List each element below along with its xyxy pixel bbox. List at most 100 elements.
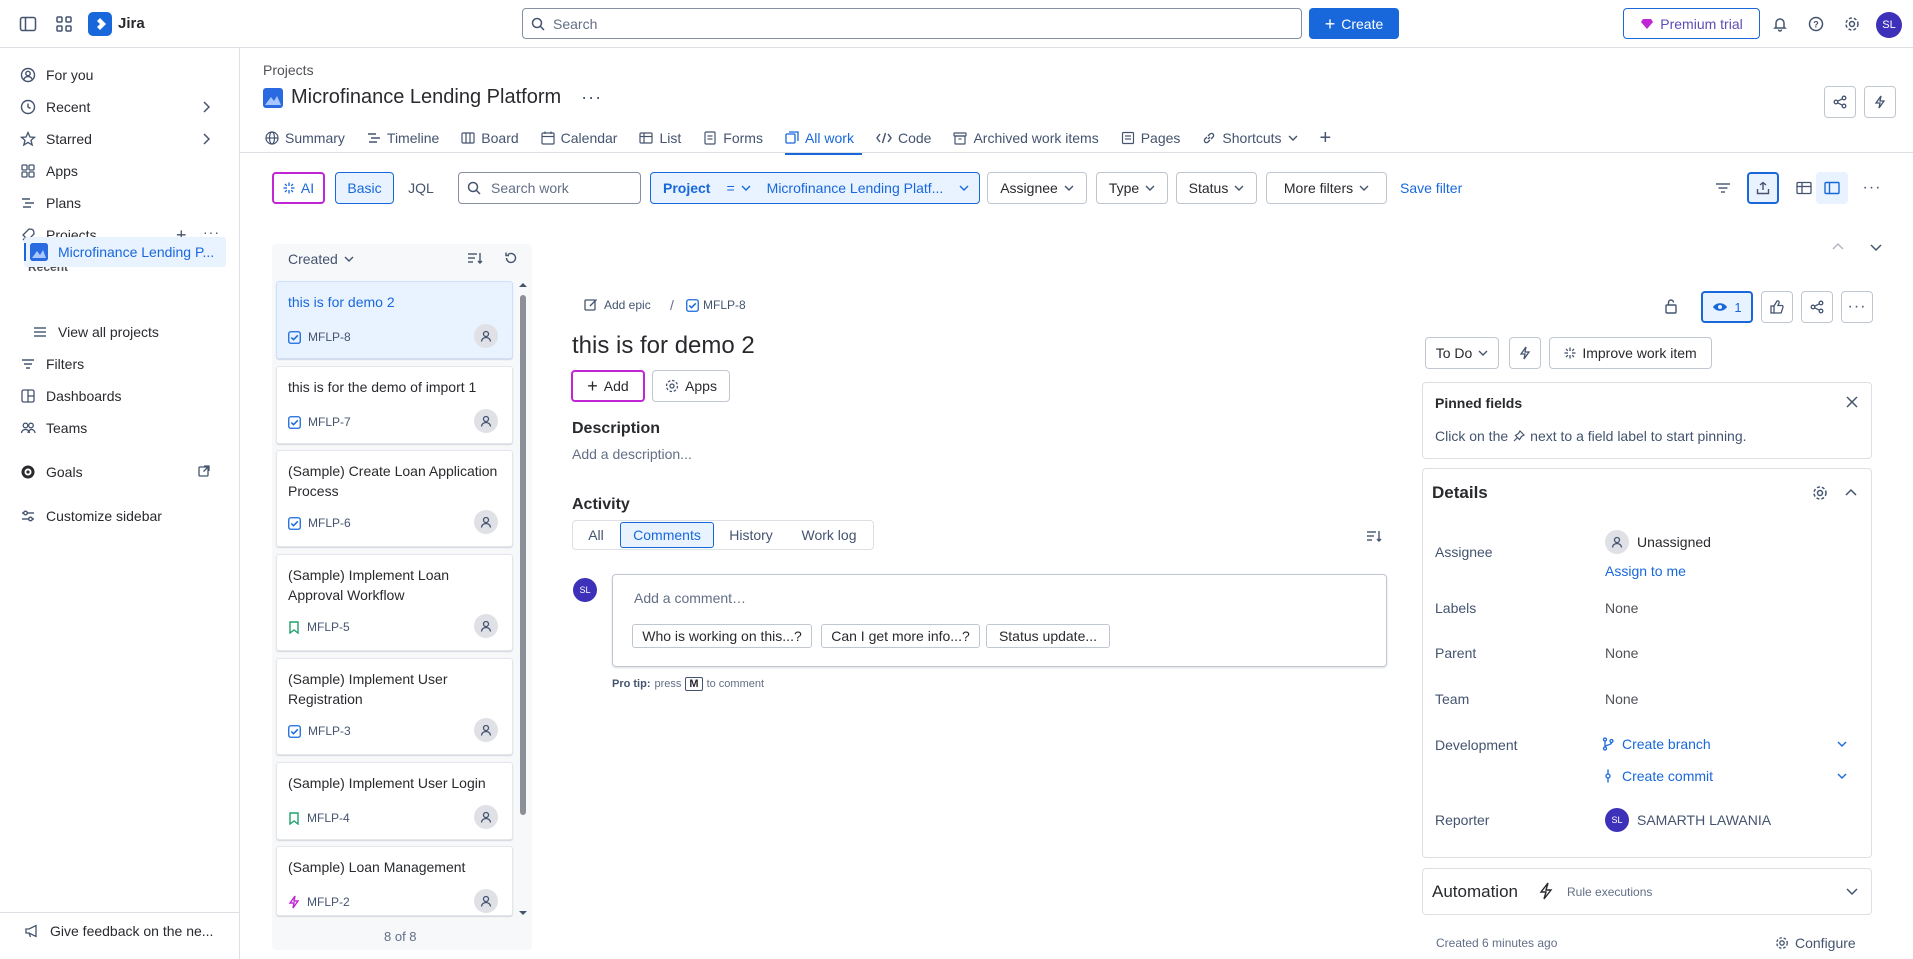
save-filter-link[interactable]: Save filter bbox=[1400, 180, 1462, 196]
suggestion-who-is-working[interactable]: Who is working on this...? bbox=[632, 624, 812, 648]
user-avatar[interactable]: SL bbox=[1876, 12, 1902, 38]
unassigned-avatar-icon[interactable] bbox=[474, 614, 498, 638]
more-filters-button[interactable]: More filters bbox=[1266, 172, 1387, 204]
create-commit-link[interactable]: Create commit bbox=[1602, 768, 1713, 784]
unassigned-avatar-icon[interactable] bbox=[474, 889, 498, 913]
assignee-filter[interactable]: Assignee bbox=[987, 172, 1087, 204]
tab-board[interactable]: Board bbox=[461, 124, 530, 152]
breadcrumb[interactable]: Projects bbox=[263, 62, 314, 78]
tab-shortcuts[interactable]: Shortcuts bbox=[1202, 124, 1309, 152]
unassigned-avatar-icon[interactable] bbox=[474, 409, 498, 433]
project-filter-value[interactable]: Microfinance Lending Platf... bbox=[767, 180, 944, 196]
sidebar-toggle-icon[interactable] bbox=[16, 12, 40, 36]
scroll-down-arrow-icon[interactable] bbox=[518, 910, 528, 916]
reporter-field[interactable]: SL SAMARTH LAWANIA bbox=[1605, 808, 1771, 832]
chevron-down-icon[interactable] bbox=[1870, 244, 1882, 252]
automation-lightning-button[interactable] bbox=[1509, 337, 1541, 369]
lightning-icon[interactable] bbox=[1864, 86, 1896, 118]
more-options-icon[interactable]: ··· bbox=[1856, 172, 1888, 204]
sidebar-item-goals[interactable]: Goals bbox=[20, 457, 230, 487]
sidebar-item-customize[interactable]: Customize sidebar bbox=[20, 501, 230, 531]
ai-filter-button[interactable]: AI bbox=[272, 172, 325, 204]
jira-logo-icon[interactable] bbox=[88, 12, 112, 36]
sidebar-item-teams[interactable]: Teams bbox=[20, 413, 230, 443]
unassigned-avatar-icon[interactable] bbox=[474, 718, 498, 742]
list-item[interactable]: (Sample) Loan Management MFLP-2 bbox=[276, 846, 513, 916]
sidebar-item-for-you[interactable]: For you bbox=[20, 60, 230, 90]
add-epic-button[interactable]: Add epic bbox=[584, 298, 651, 312]
type-filter[interactable]: Type bbox=[1096, 172, 1168, 204]
export-icon[interactable] bbox=[1747, 172, 1779, 204]
sidebar-item-view-all-projects[interactable]: View all projects bbox=[32, 317, 242, 347]
unassigned-avatar-icon[interactable] bbox=[474, 324, 498, 348]
tab-forms[interactable]: Forms bbox=[703, 124, 775, 152]
thumbs-up-icon[interactable] bbox=[1761, 291, 1793, 323]
sidebar-item-recent[interactable]: Recent bbox=[20, 92, 230, 122]
display-settings-icon[interactable] bbox=[1707, 172, 1739, 204]
give-feedback-button[interactable]: Give feedback on the ne... bbox=[24, 916, 234, 946]
team-value[interactable]: None bbox=[1605, 691, 1638, 707]
tab-calendar[interactable]: Calendar bbox=[541, 124, 630, 152]
tab-timeline[interactable]: Timeline bbox=[367, 124, 451, 152]
add-tab-button[interactable]: + bbox=[1320, 124, 1344, 152]
details-settings-gear-icon[interactable] bbox=[1812, 485, 1828, 501]
activity-tab-work-log[interactable]: Work log bbox=[797, 520, 861, 550]
project-filter-operator[interactable]: = bbox=[726, 180, 734, 196]
basic-mode-button[interactable]: Basic bbox=[335, 172, 394, 204]
parent-value[interactable]: None bbox=[1605, 645, 1638, 661]
scroll-up-arrow-icon[interactable] bbox=[518, 282, 528, 288]
activity-tab-comments[interactable]: Comments bbox=[620, 522, 714, 548]
global-search-input[interactable]: Search bbox=[522, 8, 1302, 39]
premium-trial-button[interactable]: Premium trial bbox=[1623, 8, 1760, 39]
description-field[interactable]: Add a description... bbox=[572, 446, 692, 462]
configure-button[interactable]: Configure bbox=[1775, 935, 1856, 951]
help-icon[interactable]: ? bbox=[1804, 12, 1828, 36]
sidebar-item-filters[interactable]: Filters bbox=[20, 349, 230, 379]
project-filter[interactable]: Project = Microfinance Lending Platf... bbox=[650, 172, 980, 204]
details-title[interactable]: Details bbox=[1432, 483, 1488, 503]
labels-value[interactable]: None bbox=[1605, 600, 1638, 616]
sidebar-item-dashboards[interactable]: Dashboards bbox=[20, 381, 230, 411]
list-item[interactable]: (Sample) Implement User Login MFLP-4 bbox=[276, 762, 513, 840]
chevron-down-icon[interactable] bbox=[1837, 773, 1847, 779]
sidebar-item-apps[interactable]: Apps bbox=[20, 156, 230, 186]
list-item[interactable]: this is for demo 2 MFLP-8 bbox=[276, 281, 513, 359]
work-item-key-link[interactable]: MFLP-8 bbox=[686, 298, 746, 312]
suggestion-status-update[interactable]: Status update... bbox=[986, 624, 1110, 648]
assign-to-me-link[interactable]: Assign to me bbox=[1605, 563, 1686, 579]
tab-pages[interactable]: Pages bbox=[1121, 124, 1193, 152]
app-switcher-icon[interactable] bbox=[52, 12, 76, 36]
activity-tab-history[interactable]: History bbox=[724, 520, 778, 550]
list-item[interactable]: (Sample) Implement User Registration MFLP… bbox=[276, 658, 513, 755]
tab-all-work[interactable]: All work bbox=[784, 124, 866, 155]
sort-by-created-button[interactable]: Created bbox=[288, 251, 354, 267]
create-branch-link[interactable]: Create branch bbox=[1602, 736, 1711, 752]
status-filter[interactable]: Status bbox=[1176, 172, 1257, 204]
settings-gear-icon[interactable] bbox=[1840, 12, 1864, 36]
comment-box[interactable] bbox=[612, 574, 1387, 667]
share-icon[interactable] bbox=[1824, 86, 1856, 118]
detail-view-icon[interactable] bbox=[1816, 172, 1848, 204]
create-button[interactable]: + Create bbox=[1309, 8, 1399, 39]
more-actions-icon[interactable]: ··· bbox=[1841, 291, 1873, 323]
share-icon[interactable] bbox=[1801, 291, 1833, 323]
more-actions-icon[interactable]: ··· bbox=[581, 87, 602, 108]
add-button[interactable]: + Add bbox=[571, 370, 645, 402]
chevron-up-icon[interactable] bbox=[1845, 488, 1857, 496]
apps-button[interactable]: Apps bbox=[652, 370, 730, 402]
jql-mode-button[interactable]: JQL bbox=[396, 172, 446, 204]
comment-input[interactable]: Add a comment… bbox=[634, 590, 746, 606]
tab-summary[interactable]: Summary bbox=[265, 124, 357, 152]
improve-work-item-button[interactable]: Improve work item bbox=[1549, 337, 1712, 369]
assignee-field[interactable]: Unassigned bbox=[1605, 530, 1711, 554]
search-work-input[interactable]: Search work bbox=[458, 172, 641, 204]
sidebar-item-recent-project[interactable]: Microfinance Lending P... bbox=[30, 237, 226, 267]
list-scrollbar[interactable] bbox=[520, 295, 526, 815]
sort-activity-icon[interactable] bbox=[1366, 529, 1382, 543]
unassigned-avatar-icon[interactable] bbox=[474, 805, 498, 829]
chevron-down-icon[interactable] bbox=[1846, 888, 1858, 896]
project-title-text[interactable]: Microfinance Lending Platform bbox=[291, 86, 561, 109]
chevron-up-icon[interactable] bbox=[1832, 242, 1844, 250]
tab-code[interactable]: Code bbox=[876, 124, 943, 152]
work-item-title[interactable]: this is for demo 2 bbox=[572, 332, 755, 360]
